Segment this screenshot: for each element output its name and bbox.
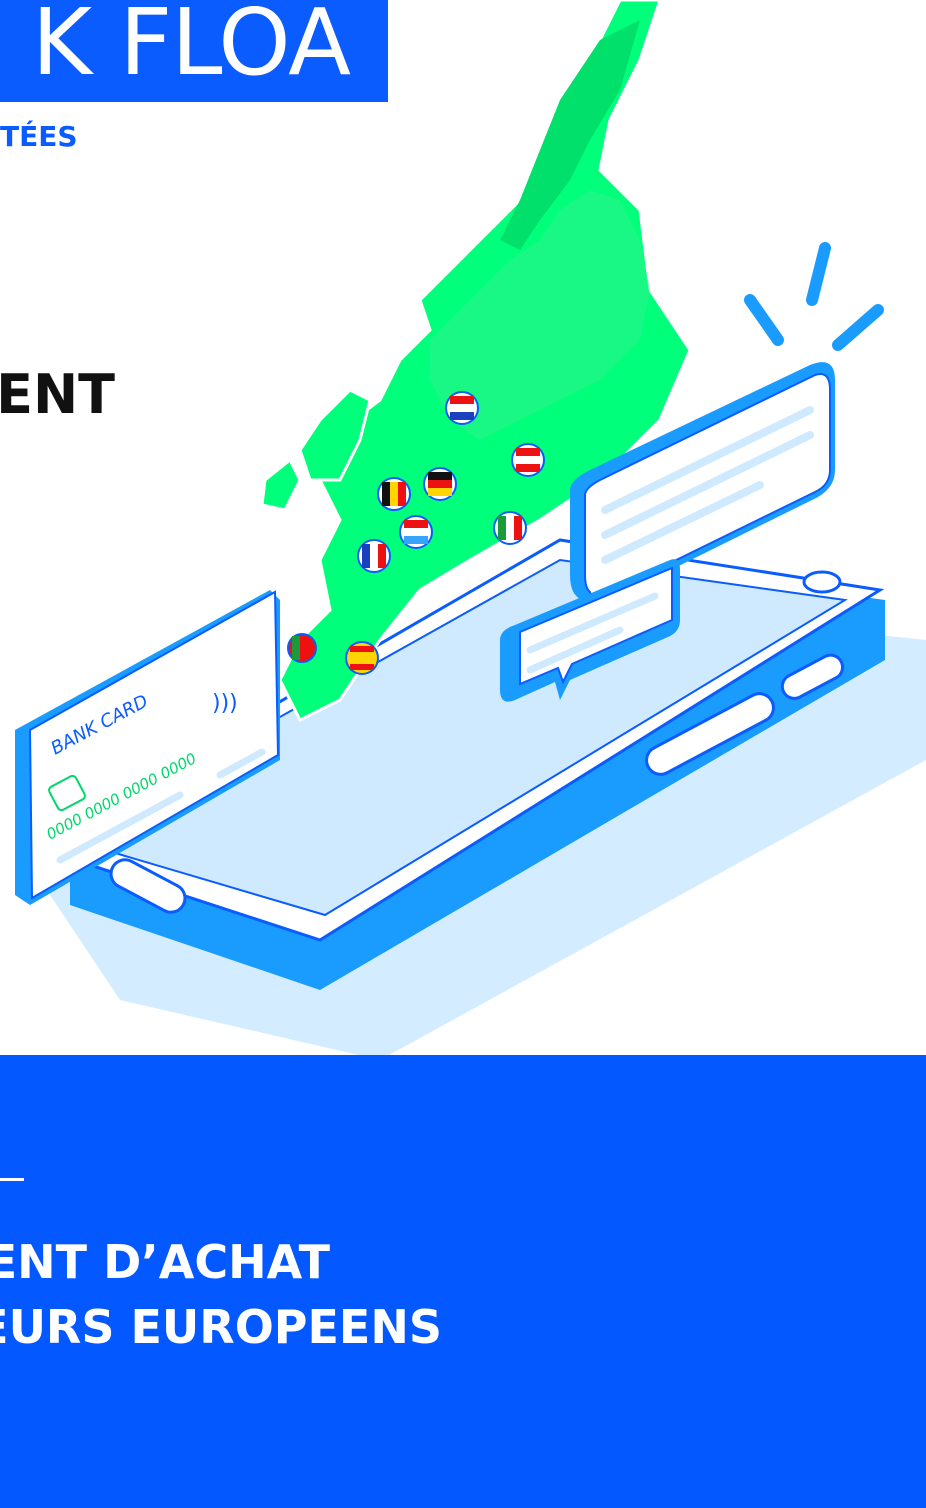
- luxembourg-flag: [399, 515, 433, 549]
- spain-flag: [345, 641, 379, 675]
- netherlands-flag: [445, 391, 479, 425]
- band-line-1: ENT D’ACHAT: [0, 1235, 330, 1289]
- austria-flag: [511, 443, 545, 477]
- italy-flag: [493, 511, 527, 545]
- contactless-icon: ))): [212, 691, 238, 716]
- europe-payment-illustration: BANK CARD 0000 0000 0000 0000 ))): [15, 0, 926, 1060]
- germany-flag: [423, 467, 457, 501]
- band-line-2: EURS EUROPEENS: [0, 1300, 442, 1354]
- page-title: K FLOA: [31, 0, 351, 96]
- title-banner: K FLOA: [0, 0, 388, 102]
- france-flag: [357, 539, 391, 573]
- belgium-flag: [377, 477, 411, 511]
- dash-separator: [0, 1178, 24, 1181]
- notification-lines: [744, 242, 884, 351]
- headline: ENT: [0, 363, 115, 426]
- portugal-flag: [287, 633, 317, 663]
- subtitle: TÉES: [0, 120, 78, 153]
